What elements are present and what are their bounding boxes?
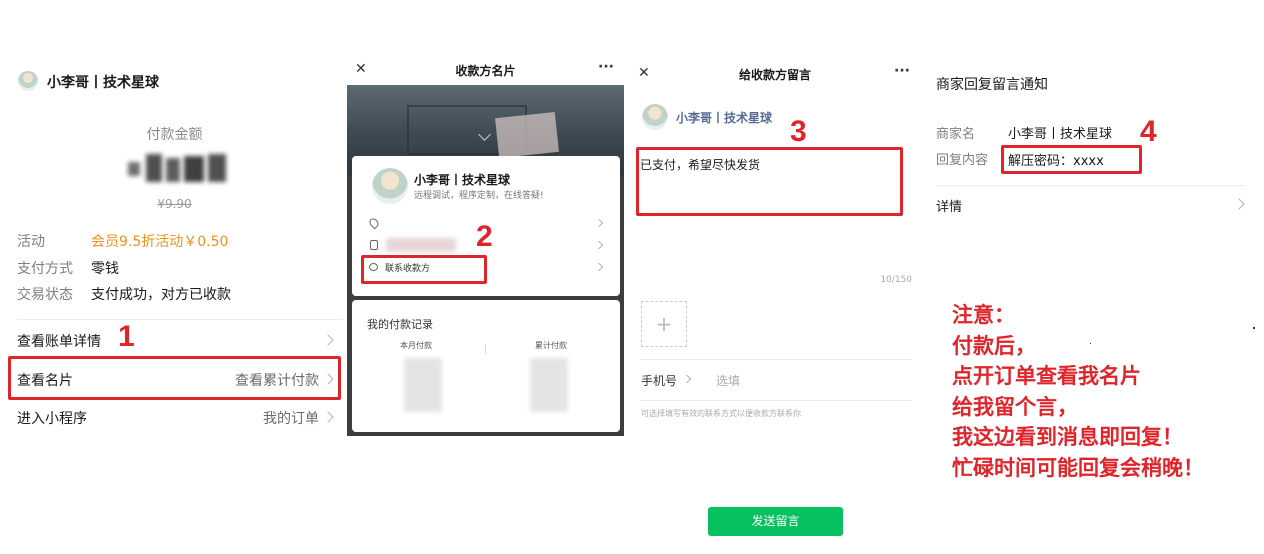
- row-bill-details[interactable]: 查看账单详情: [6, 322, 343, 358]
- field-value-payment-method: 零钱: [91, 261, 119, 277]
- chevron-right-icon: [594, 218, 604, 228]
- total-amount-pixelated: [530, 358, 568, 412]
- leave-message-panel: ✕ 给收款方留言 ··· 小李哥丨技术星球 3 已支付，希望尽快发货 10/15…: [630, 59, 920, 547]
- row-mini-program[interactable]: 进入小程序 我的订单: [6, 398, 343, 434]
- field-label-activity: 活动: [17, 234, 45, 250]
- divider: [485, 344, 486, 354]
- merchant-value: 小李哥丨技术星球: [1008, 127, 1113, 142]
- card-description: 远程调试，程序定制，在线答疑!: [414, 191, 544, 201]
- payment-detail-panel: 小李哥丨技术星球 付款金额 ¥9.90 活动 会员9.5折活动￥0.50 支付方…: [6, 56, 343, 434]
- note-line: 我这边看到消息即回复！: [952, 425, 1183, 449]
- avatar: [372, 168, 408, 204]
- note-line: 忙碌时间可能回复会稍晚！: [952, 455, 1204, 480]
- row-mini-program-value: 我的订单: [263, 411, 319, 427]
- stray-dot: [1253, 327, 1255, 329]
- records-title: 我的付款记录: [367, 318, 433, 331]
- divider: [640, 400, 912, 401]
- month-amount-pixelated: [404, 358, 442, 412]
- stray-dot: [1090, 343, 1091, 344]
- page-title: 给收款方留言: [738, 68, 811, 82]
- chevron-right-icon: [322, 334, 334, 346]
- row-bill-details-label: 查看账单详情: [17, 334, 101, 350]
- payee-card-panel: ✕ 收款方名片 ··· 小李哥丨技术星球 远程调试，程序定制，在线答疑! 联系收…: [347, 56, 624, 436]
- amount-label: 付款金额: [146, 127, 203, 143]
- highlight-box: [361, 255, 487, 284]
- highlight-box: [8, 356, 341, 400]
- row-mini-program-label: 进入小程序: [17, 411, 87, 427]
- divider: [640, 359, 912, 360]
- note-line: 给我留个言，: [952, 394, 1078, 419]
- chevron-right-icon: [682, 374, 692, 384]
- month-label: 本月付款: [400, 341, 432, 350]
- note-line: 注意：: [952, 303, 1015, 327]
- payment-records: 我的付款记录 本月付款 累计付款: [352, 300, 620, 432]
- phone-label: 手机号: [641, 374, 678, 388]
- highlight-box: [636, 147, 903, 216]
- chevron-right-icon: [1233, 198, 1245, 210]
- field-label-payment-method: 支付方式: [17, 261, 73, 277]
- phone-input[interactable]: 选填: [716, 372, 740, 389]
- phone-number-pixelated: [386, 238, 456, 252]
- reply-label: 回复内容: [936, 153, 989, 168]
- divider: [936, 185, 1245, 186]
- step-number-2: 2: [476, 220, 493, 253]
- step-number-1: 1: [118, 320, 135, 353]
- contact-hint: 可选择填写有效的联系方式以便收款方联系你: [641, 409, 801, 418]
- reply-notification-panel: 商家回复留言通知 商家名 小李哥丨技术星球 回复内容 解压密码：xxxx 4 详…: [924, 59, 1257, 222]
- chevron-right-icon: [594, 262, 604, 272]
- add-icon: +: [655, 312, 673, 336]
- details-label: 详情: [936, 200, 963, 215]
- page-title: 收款方名片: [455, 64, 516, 78]
- highlight-box: [1001, 145, 1142, 174]
- amount-value-pixelated: [124, 152, 230, 188]
- avatar: [642, 104, 668, 130]
- add-image-button[interactable]: +: [641, 301, 687, 347]
- header-bar: ✕ 收款方名片 ···: [347, 56, 624, 85]
- note-line: 点开订单查看我名片: [952, 364, 1141, 388]
- merchant-avatar: [18, 71, 38, 91]
- payee-name: 小李哥丨技术星球: [676, 111, 773, 125]
- more-icon[interactable]: ···: [894, 63, 910, 79]
- original-price: ¥9.90: [157, 197, 192, 211]
- instruction-note: 注意： 付款后， 点开订单查看我名片 给我留个言， 我这边看到消息即回复！ 忙碌…: [952, 300, 1204, 483]
- notification-title: 商家回复留言通知: [936, 77, 1048, 93]
- field-value-activity: 会员9.5折活动￥0.50: [91, 234, 229, 250]
- card-name: 小李哥丨技术星球: [414, 173, 511, 187]
- chevron-right-icon: [594, 240, 604, 250]
- merchant-name: 小李哥丨技术星球: [47, 75, 159, 91]
- step-number-3: 3: [790, 115, 807, 148]
- step-number-4: 4: [1140, 115, 1157, 148]
- note-line: 付款后，: [952, 333, 1036, 358]
- total-label: 累计付款: [535, 341, 567, 350]
- char-counter: 10/150: [880, 275, 912, 285]
- more-icon[interactable]: ···: [598, 59, 614, 75]
- merchant-label: 商家名: [936, 127, 976, 142]
- chevron-right-icon: [322, 411, 334, 423]
- field-label-status: 交易状态: [17, 287, 73, 303]
- details-row[interactable]: 详情: [924, 189, 1257, 219]
- divider: [17, 319, 343, 320]
- phone-icon: [370, 240, 378, 250]
- field-value-status: 支付成功，对方已收款: [91, 287, 231, 303]
- send-message-button[interactable]: 发送留言: [708, 507, 843, 536]
- location-icon: [367, 216, 381, 230]
